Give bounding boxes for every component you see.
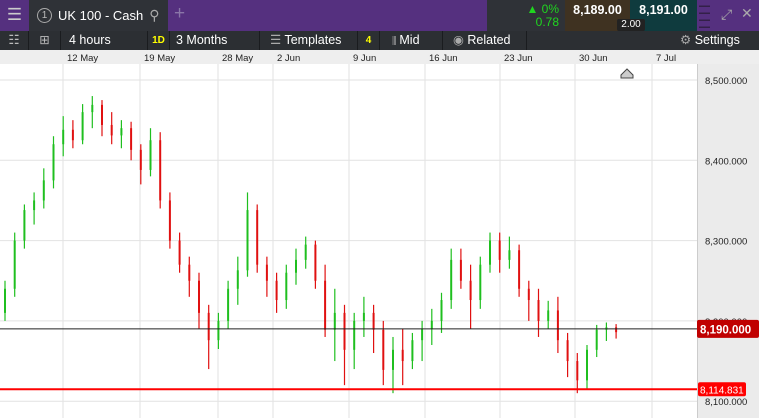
candle-body <box>62 129 65 145</box>
candle-body <box>421 328 424 341</box>
candle-body <box>498 240 501 260</box>
candle-body <box>324 280 327 330</box>
candle-body <box>459 259 462 281</box>
candle-body <box>246 210 249 271</box>
candle-body <box>275 280 278 301</box>
candle-body <box>178 240 181 265</box>
candle-body <box>42 180 45 201</box>
candle-body <box>265 264 268 281</box>
candle-body <box>217 320 220 341</box>
y-tick-label: 8,100.000 <box>705 397 747 408</box>
candle-body <box>159 140 162 201</box>
candle-body <box>440 300 443 321</box>
candle-body <box>81 112 84 141</box>
candle-body <box>489 240 491 265</box>
candle-body <box>411 340 414 362</box>
candle-body <box>13 240 16 289</box>
candle-body <box>527 288 530 301</box>
candle-body <box>4 288 6 313</box>
candle-body <box>576 361 579 381</box>
candle-body <box>401 349 404 362</box>
candle-body <box>479 264 482 301</box>
x-tick-label: 23 Jun <box>504 53 533 64</box>
candle-body <box>508 250 511 260</box>
candle-body <box>227 288 230 321</box>
candle-body <box>382 329 385 370</box>
candle-body <box>71 129 74 141</box>
y-tick-label: 8,500.000 <box>705 76 747 87</box>
candle-body <box>556 310 559 341</box>
x-tick-label: 12 May <box>67 53 98 64</box>
candle-body <box>518 250 521 289</box>
x-tick-label: 28 May <box>222 53 253 64</box>
candle-body <box>91 104 94 113</box>
candle-body <box>392 349 394 370</box>
candle-body <box>110 124 113 136</box>
candle-body <box>353 320 356 350</box>
candle-body <box>304 244 307 260</box>
candle-body <box>188 264 191 281</box>
candle-body <box>52 144 55 181</box>
scroll-marker-icon <box>620 68 634 79</box>
level-label: 8,114.831 <box>700 385 744 396</box>
candle-body <box>615 327 618 333</box>
x-tick-label: 2 Jun <box>277 53 300 64</box>
candle-body <box>101 104 103 125</box>
candle-body <box>33 200 36 211</box>
candle-body <box>120 128 123 136</box>
candle-body <box>343 312 346 350</box>
candle-body <box>430 320 433 329</box>
candle-body <box>362 312 365 321</box>
x-tick-label: 19 May <box>144 53 175 64</box>
candle-body <box>149 140 152 170</box>
candle-body <box>547 310 550 321</box>
candle-body <box>469 280 472 301</box>
candle-body <box>586 349 588 381</box>
candle-body <box>23 210 26 241</box>
candlestick-chart[interactable]: 12 May 19 May 28 May 2 Jun 9 Jun 16 Jun 23 Jun… <box>0 0 759 418</box>
x-tick-label: 30 Jun <box>579 53 608 64</box>
candle-body <box>236 270 239 289</box>
x-tick-label: 16 Jun <box>429 53 458 64</box>
x-tick-label: 7 Jul <box>656 53 676 64</box>
candle-body <box>285 272 288 301</box>
candle-body <box>314 244 317 281</box>
candle-body <box>566 340 569 362</box>
candle-body <box>333 312 336 330</box>
candle-body <box>537 300 540 321</box>
x-tick-label: 9 Jun <box>353 53 376 64</box>
candle-body <box>168 200 171 241</box>
candle-body <box>295 259 297 273</box>
y-tick-label: 8,400.000 <box>705 156 747 167</box>
candle-body <box>198 280 200 313</box>
candle-body <box>372 312 375 330</box>
candle-body <box>130 128 133 150</box>
candle-body <box>207 312 210 341</box>
last-price-label: 8,190.000 <box>700 324 751 336</box>
candle-body <box>595 329 598 350</box>
candle-body <box>256 210 259 265</box>
candle-body <box>139 149 142 170</box>
candle-body <box>450 259 453 301</box>
y-tick-label: 8,300.000 <box>705 237 747 248</box>
